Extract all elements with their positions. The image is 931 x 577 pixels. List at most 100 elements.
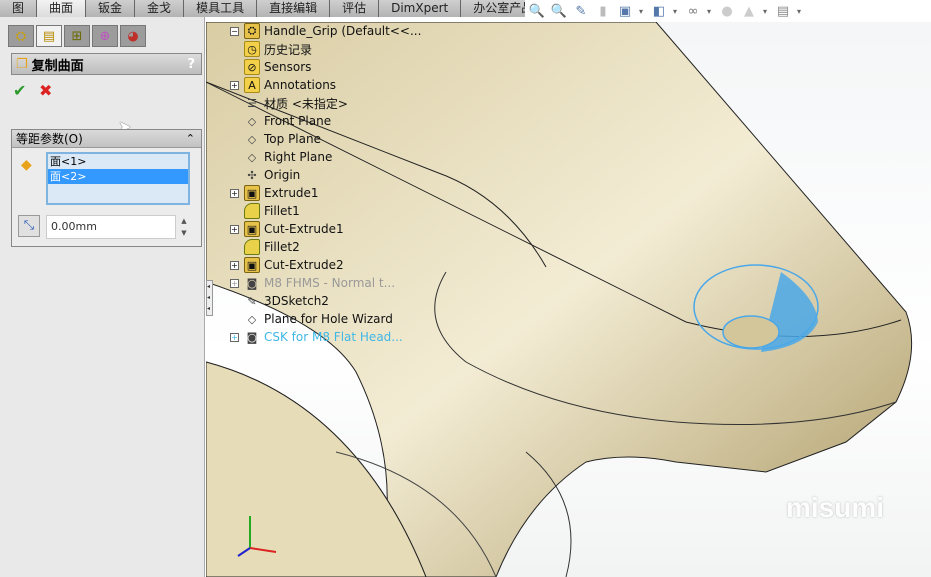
tab-3[interactable]: 金戈 bbox=[135, 0, 185, 17]
tree-item[interactable]: + A Annotations bbox=[230, 76, 337, 94]
cancel-button[interactable]: ✖ bbox=[39, 81, 52, 100]
plane-icon: ◇ bbox=[247, 150, 257, 164]
face-selection-icon: ◆ bbox=[21, 157, 32, 173]
part-icon: ⛭ bbox=[244, 23, 260, 39]
offset-parameters-group: 等距参数(O) ⌃ ◆ 面<1> 面<2> ⤡ 0.00mm ▲ ▼ bbox=[11, 129, 202, 247]
tab-5[interactable]: 直接编辑 bbox=[257, 0, 331, 17]
tab-1[interactable]: 曲面 bbox=[37, 0, 87, 17]
tree-item-label: CSK for M8 Flat Head... bbox=[264, 330, 403, 344]
tree-item[interactable]: ◇ Right Plane bbox=[244, 148, 333, 166]
extrude-icon: ▣ bbox=[244, 185, 260, 201]
zoom-to-area-icon[interactable]: 🔍 bbox=[551, 3, 567, 19]
3dsketch-icon: ✎ bbox=[247, 294, 257, 308]
ok-button[interactable]: ✔ bbox=[13, 81, 26, 100]
tab-7[interactable]: DimXpert bbox=[379, 0, 462, 17]
tree-item[interactable]: ◇ Plane for Hole Wizard bbox=[244, 310, 393, 328]
group-header[interactable]: 等距参数(O) ⌃ bbox=[12, 130, 201, 148]
reverse-direction-icon[interactable]: ⤡ bbox=[18, 215, 40, 237]
view-settings-icon[interactable]: ▤ bbox=[775, 3, 791, 19]
tree-item-label: Plane for Hole Wizard bbox=[264, 312, 393, 326]
feature-manager-tab[interactable]: ⛭ bbox=[8, 25, 34, 47]
tree-item-label: M8 FHMS - Normal t... bbox=[264, 276, 396, 290]
tree-item[interactable]: ✣ Origin bbox=[244, 166, 300, 184]
panel-collapse-handle[interactable]: ◂ ◂ ◂ bbox=[206, 280, 213, 316]
graphics-area[interactable]: − ⛭ Handle_Grip (Default<<... ◷ 历史记录 ⊘ Sens… bbox=[206, 22, 931, 577]
zoom-to-fit-icon[interactable]: 🔍 bbox=[529, 3, 545, 19]
tree-item[interactable]: ◇ Top Plane bbox=[244, 130, 321, 148]
offset-distance-input[interactable]: 0.00mm bbox=[46, 215, 176, 239]
dropdown-arrow-icon[interactable]: ▾ bbox=[673, 7, 679, 16]
display-style-icon[interactable]: ◧ bbox=[651, 3, 667, 19]
configuration-manager-tab[interactable]: ⊞ bbox=[64, 25, 90, 47]
previous-view-icon[interactable]: ✎ bbox=[573, 3, 589, 19]
tree-item[interactable]: ◇ Front Plane bbox=[244, 112, 331, 130]
plane-icon: ◇ bbox=[247, 312, 257, 326]
list-item[interactable]: 面<2> bbox=[48, 169, 188, 184]
material-icon: ☰ bbox=[247, 96, 257, 110]
tree-root[interactable]: − ⛭ Handle_Grip (Default<<... bbox=[230, 22, 422, 40]
tree-item-label: Front Plane bbox=[264, 114, 332, 128]
dimxpert-manager-tab[interactable]: ⊕ bbox=[92, 25, 118, 47]
tree-item-label: Cut-Extrude2 bbox=[264, 258, 344, 272]
plane-icon: ◇ bbox=[247, 114, 257, 128]
tab-2[interactable]: 钣金 bbox=[86, 0, 136, 17]
display-manager-tab[interactable]: ◕ bbox=[120, 25, 146, 47]
expand-icon[interactable]: + bbox=[230, 332, 239, 342]
faces-list[interactable]: 面<1> 面<2> bbox=[46, 152, 190, 205]
tree-item[interactable]: Fillet2 bbox=[244, 238, 300, 256]
plane-icon: ◇ bbox=[247, 132, 257, 146]
tree-item-label: 3DSketch2 bbox=[264, 294, 329, 308]
title-text: 复制曲面 bbox=[31, 58, 84, 74]
expand-icon[interactable]: + bbox=[230, 278, 239, 288]
distance-spinner[interactable]: ▲ ▼ bbox=[178, 215, 190, 239]
expand-icon[interactable]: + bbox=[230, 224, 239, 234]
property-manager-tab[interactable]: ▤ bbox=[36, 25, 62, 47]
dropdown-arrow-icon[interactable]: ▾ bbox=[639, 7, 645, 16]
expand-icon[interactable]: + bbox=[230, 188, 239, 198]
hide-show-items-icon[interactable]: ∞ bbox=[685, 3, 701, 19]
expand-icon[interactable]: + bbox=[230, 260, 239, 270]
tree-item-label: Annotations bbox=[264, 78, 337, 92]
property-manager-title: ❐ 复制曲面 ? bbox=[11, 53, 202, 75]
group-title: 等距参数(O) bbox=[16, 132, 83, 146]
annotations-icon: A bbox=[244, 77, 260, 93]
heads-up-view-toolbar: 🔍 🔍 ✎ ▮ ▣ ▾ ◧ ▾ ∞ ▾ ● ▲ ▾ ▤ ▾ bbox=[525, 0, 931, 22]
list-item[interactable]: 面<1> bbox=[48, 154, 188, 169]
part-name: Handle_Grip (Default<<... bbox=[264, 24, 422, 38]
edit-appearance-icon[interactable]: ● bbox=[719, 3, 735, 19]
sensors-icon: ⊘ bbox=[244, 59, 260, 75]
expand-icon[interactable]: + bbox=[230, 80, 239, 90]
tree-item-label: Top Plane bbox=[264, 132, 321, 146]
dropdown-arrow-icon[interactable]: ▾ bbox=[707, 7, 713, 16]
tree-item-label: Fillet1 bbox=[264, 204, 300, 218]
tab-6[interactable]: 评估 bbox=[330, 0, 380, 17]
history-icon: ◷ bbox=[244, 41, 260, 57]
dropdown-arrow-icon[interactable]: ▾ bbox=[763, 7, 769, 16]
tree-item-label: Sensors bbox=[264, 60, 312, 74]
command-manager-tabs: 图曲面 钣金 金戈 模具工具 直接编辑 评估 DimXpert 办公室产品 bbox=[0, 0, 547, 17]
fillet-icon bbox=[244, 239, 260, 255]
tab-0[interactable]: 图 bbox=[0, 0, 38, 17]
tree-item[interactable]: Fillet1 bbox=[244, 202, 300, 220]
tree-item[interactable]: + ▣ Extrude1 bbox=[230, 184, 319, 202]
help-icon[interactable]: ? bbox=[187, 57, 195, 72]
section-view-icon[interactable]: ▮ bbox=[595, 3, 611, 19]
collapse-icon[interactable]: ⌃ bbox=[186, 132, 195, 145]
apply-scene-icon[interactable]: ▲ bbox=[741, 3, 757, 19]
tree-item[interactable]: + ▣ Cut-Extrude1 bbox=[230, 220, 344, 238]
collapse-icon[interactable]: − bbox=[230, 26, 239, 36]
tree-item-label: 历史记录 bbox=[264, 42, 313, 57]
tree-item-label: Cut-Extrude1 bbox=[264, 222, 344, 236]
tree-item-label: Extrude1 bbox=[264, 186, 319, 200]
tab-4[interactable]: 模具工具 bbox=[184, 0, 258, 17]
dropdown-arrow-icon[interactable]: ▾ bbox=[797, 7, 803, 16]
view-orientation-icon[interactable]: ▣ bbox=[617, 3, 633, 19]
tree-item[interactable]: ⊘ Sensors bbox=[244, 58, 311, 76]
tree-item[interactable]: + ◙ CSK for M8 Flat Head... bbox=[230, 328, 403, 346]
tree-item-label: Origin bbox=[264, 168, 301, 182]
tree-item[interactable]: + ◙ M8 FHMS - Normal t... bbox=[230, 274, 396, 292]
tree-item[interactable]: ◷ 历史记录 bbox=[244, 40, 312, 58]
tree-item[interactable]: + ▣ Cut-Extrude2 bbox=[230, 256, 344, 274]
tree-item[interactable]: ☰ 材质 <未指定> bbox=[244, 94, 348, 112]
tree-item[interactable]: ✎ 3DSketch2 bbox=[244, 292, 329, 310]
